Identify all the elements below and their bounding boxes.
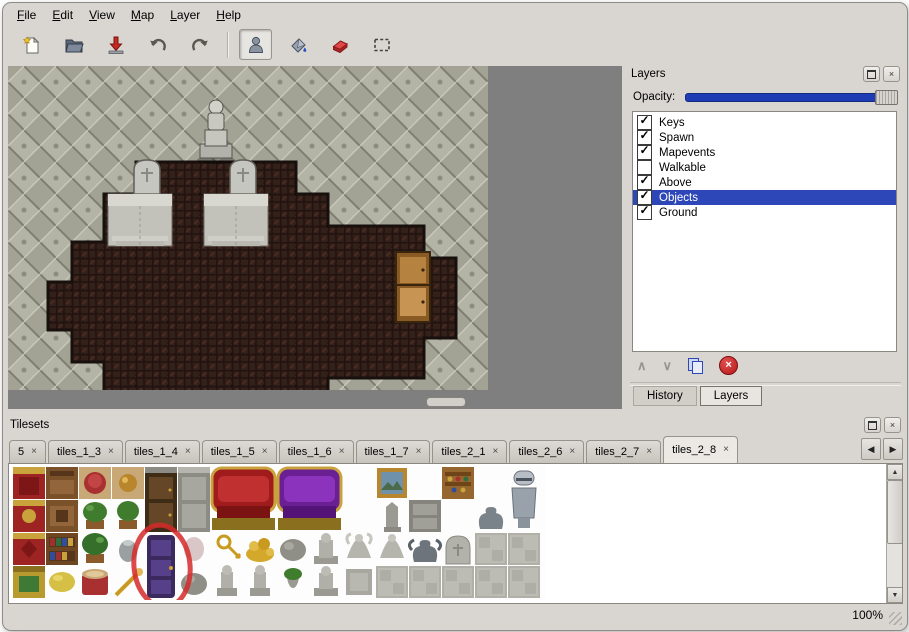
opacity-slider-track — [685, 93, 896, 102]
close-tab-icon[interactable]: × — [185, 447, 191, 457]
close-tab-icon[interactable]: × — [723, 445, 729, 455]
map-canvas[interactable] — [8, 66, 622, 409]
close-tab-icon[interactable]: × — [646, 447, 652, 457]
new-file-icon — [22, 35, 42, 55]
layer-list: ✓ Keys ✓ Spawn ✓ Mapevents Walkable ✓ Ab… — [632, 111, 897, 352]
layer-row-keys[interactable]: ✓ Keys — [633, 115, 896, 130]
map-cabinet — [396, 252, 430, 322]
menu-map[interactable]: Map — [123, 4, 162, 26]
menu-file[interactable]: File — [9, 4, 44, 26]
tilesets-panel: Tilesets × 5× tiles_1_3× tiles_1_4× tile… — [6, 417, 905, 614]
menu-bar: File Edit View Map Layer Help — [3, 3, 907, 26]
map-render — [8, 66, 488, 390]
layer-row-spawn[interactable]: ✓ Spawn — [633, 130, 896, 145]
delete-layer-button[interactable]: × — [719, 356, 738, 375]
tileset-tab-bar: 5× tiles_1_3× tiles_1_4× tiles_1_5× tile… — [8, 436, 903, 464]
undo-button[interactable] — [141, 29, 174, 60]
menu-edit[interactable]: Edit — [44, 4, 81, 26]
new-button[interactable] — [15, 29, 48, 60]
tileset-tab[interactable]: tiles_2_7× — [586, 440, 661, 463]
layer-row-ground[interactable]: ✓ Ground — [633, 205, 896, 220]
tab-scroll-buttons: ◀ ▶ — [859, 438, 903, 460]
close-panel-icon[interactable]: × — [883, 66, 900, 82]
lower-layer-button[interactable]: ∨ — [663, 358, 673, 374]
tileset-tab[interactable]: tiles_2_1× — [432, 440, 507, 463]
tileset-tab[interactable]: tiles_1_5× — [202, 440, 277, 463]
resize-grip[interactable] — [889, 612, 902, 625]
menu-help[interactable]: Help — [208, 4, 249, 26]
dock-tabs: History Layers — [633, 386, 762, 406]
tileset-tab[interactable]: 5× — [9, 440, 46, 463]
tileset-tab[interactable]: tiles_1_6× — [279, 440, 354, 463]
layer-actions: ∧ ∨ × — [637, 356, 738, 375]
float-panel-icon[interactable] — [864, 417, 881, 433]
opacity-slider[interactable] — [685, 89, 898, 104]
fill-tool-button[interactable] — [281, 29, 314, 60]
select-tool-button[interactable] — [365, 29, 398, 60]
stamp-tool-button[interactable] — [239, 29, 272, 60]
layer-row-mapevents[interactable]: ✓ Mapevents — [633, 145, 896, 160]
copy-icon — [688, 358, 703, 373]
layer-row-walkable[interactable]: Walkable — [633, 160, 896, 175]
tileset-tab[interactable]: tiles_1_7× — [356, 440, 431, 463]
scrollbar-thumb[interactable] — [887, 480, 903, 544]
eraser-tool-button[interactable] — [323, 29, 356, 60]
tilesets-panel-titlebar: Tilesets × — [6, 417, 905, 433]
menu-layer[interactable]: Layer — [162, 4, 208, 26]
layer-row-objects[interactable]: ✓ Objects — [633, 190, 896, 205]
eraser-tool-icon — [330, 35, 350, 55]
canvas-hscrollbar-thumb[interactable] — [426, 397, 466, 407]
tileset-tab[interactable]: tiles_1_3× — [48, 440, 123, 463]
layers-panel-title: Layers — [631, 68, 666, 80]
fill-tool-icon — [288, 35, 308, 55]
tileset-vscrollbar[interactable]: ▲ ▼ — [886, 464, 902, 603]
opacity-slider-handle[interactable] — [875, 90, 898, 105]
tileset-image — [12, 466, 546, 600]
undo-icon — [148, 35, 168, 55]
close-tab-icon[interactable]: × — [492, 447, 498, 457]
tileset-tab[interactable]: tiles_1_4× — [125, 440, 200, 463]
save-download-icon — [106, 35, 126, 55]
toolbar-separator — [227, 32, 229, 58]
float-panel-icon[interactable] — [863, 66, 880, 82]
scroll-tabs-left-button[interactable]: ◀ — [861, 438, 881, 460]
menu-view[interactable]: View — [81, 4, 123, 26]
opacity-row: Opacity: — [633, 89, 898, 104]
save-button[interactable] — [99, 29, 132, 60]
layers-panel-titlebar: Layers × — [627, 66, 904, 82]
stamp-tool-icon — [246, 35, 266, 55]
close-tab-icon[interactable]: × — [339, 447, 345, 457]
close-tab-icon[interactable]: × — [416, 447, 422, 457]
redo-button[interactable] — [183, 29, 216, 60]
layer-visibility-checkbox[interactable]: ✓ — [637, 205, 652, 220]
opacity-label: Opacity: — [633, 91, 675, 103]
tilesets-panel-title: Tilesets — [10, 419, 49, 431]
tileset-grid[interactable]: ▲ ▼ — [8, 463, 903, 604]
scroll-up-icon[interactable]: ▲ — [887, 464, 903, 480]
tileset-tab-active[interactable]: tiles_2_8× — [663, 436, 738, 463]
scroll-tabs-right-button[interactable]: ▶ — [883, 438, 903, 460]
close-tab-icon[interactable]: × — [108, 447, 114, 457]
layer-row-above[interactable]: ✓ Above — [633, 175, 896, 190]
tileset-tab[interactable]: tiles_2_6× — [509, 440, 584, 463]
open-button[interactable] — [57, 29, 90, 60]
tab-history[interactable]: History — [633, 386, 697, 406]
scroll-down-icon[interactable]: ▼ — [887, 587, 903, 603]
layers-panel: Layers × Opacity: ✓ Keys ✓ Spawn ✓ Mape — [627, 66, 904, 409]
duplicate-layer-button[interactable] — [688, 358, 703, 373]
close-tab-icon[interactable]: × — [569, 447, 575, 457]
select-tool-icon — [372, 35, 392, 55]
open-folder-icon — [64, 35, 84, 55]
layer-visibility-checkbox[interactable]: ✓ — [637, 145, 652, 160]
tab-layers[interactable]: Layers — [700, 386, 763, 406]
close-tab-icon[interactable]: × — [31, 447, 37, 457]
close-tab-icon[interactable]: × — [262, 447, 268, 457]
toolbar — [3, 26, 907, 63]
zoom-level: 100% — [852, 608, 883, 622]
raise-layer-button[interactable]: ∧ — [637, 358, 647, 374]
redo-icon — [190, 35, 210, 55]
app-window: File Edit View Map Layer Help — [2, 2, 908, 631]
close-panel-icon[interactable]: × — [884, 417, 901, 433]
